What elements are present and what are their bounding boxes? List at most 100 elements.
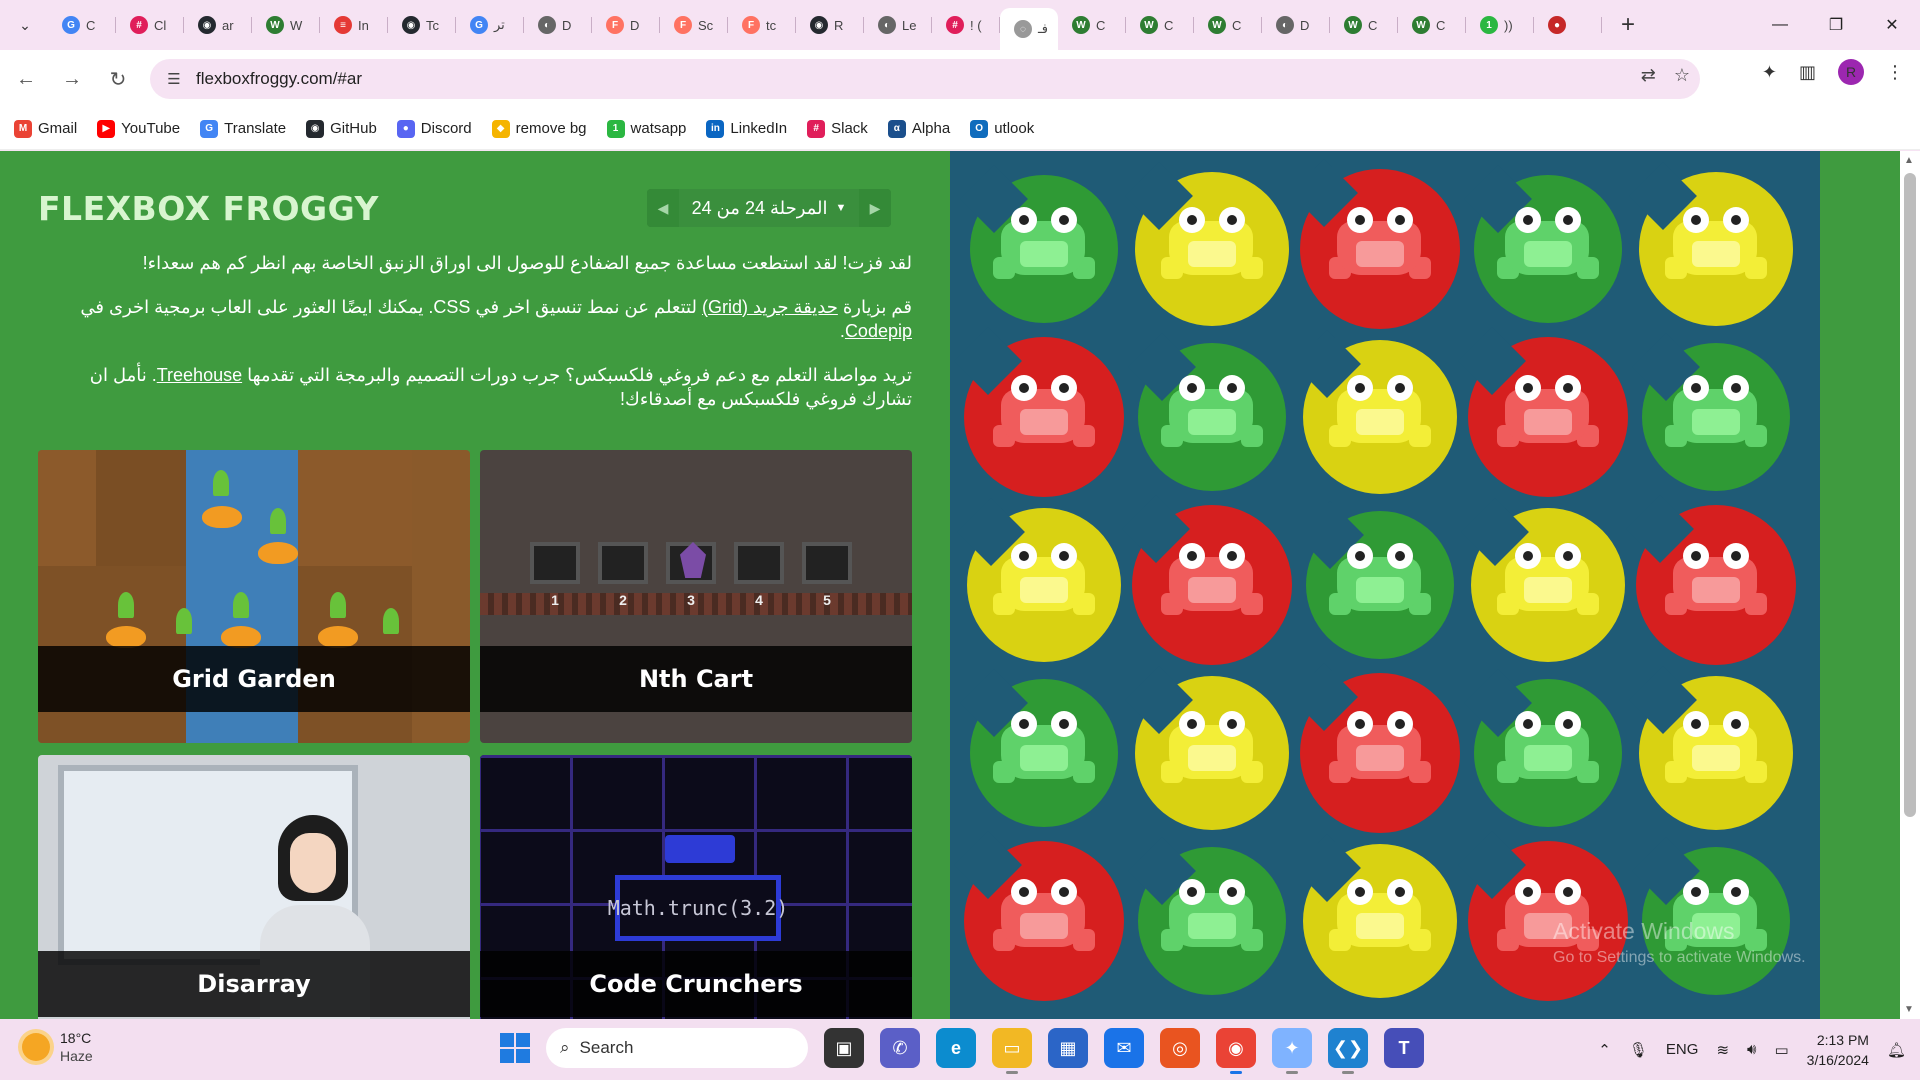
minimize-button[interactable]: — xyxy=(1752,0,1808,50)
paint-3d-icon[interactable]: ✦ xyxy=(1272,1028,1312,1074)
chrome-icon[interactable]: ◉ xyxy=(1216,1028,1256,1074)
restore-button[interactable]: ❐ xyxy=(1808,0,1864,50)
bookmark-item[interactable]: ▶ YouTube xyxy=(97,119,180,138)
ubuntu-icon[interactable]: ◎ xyxy=(1160,1028,1200,1068)
microsoft-store-icon[interactable]: ▦ xyxy=(1048,1028,1088,1068)
teams-new-icon[interactable]: T xyxy=(1384,1028,1424,1068)
volume-icon[interactable]: 🔊︎ xyxy=(1747,1041,1756,1058)
wifi-icon[interactable]: ≋ xyxy=(1716,1041,1729,1059)
tab-favicon-icon: F xyxy=(606,16,624,34)
frog-red xyxy=(1161,533,1263,623)
frog-green xyxy=(993,197,1095,287)
show-hidden-icons-chevron-icon[interactable]: ⌃ xyxy=(1598,1041,1611,1059)
bookmark-item[interactable]: M Gmail xyxy=(14,119,77,138)
translate-page-icon[interactable]: ⇄ xyxy=(1641,65,1656,86)
bookmark-item[interactable]: # Slack xyxy=(807,119,868,138)
back-button[interactable]: ← xyxy=(6,59,46,99)
bookmark-item[interactable]: 1 watsapp xyxy=(606,119,686,138)
grid-garden-card[interactable]: Grid Garden xyxy=(38,450,470,743)
code-crunchers-card[interactable]: Math.trunc(3.2) Code Crunchers xyxy=(480,755,912,1019)
tab-search-button[interactable]: ⌄ xyxy=(6,6,44,44)
side-panel-icon[interactable]: ▥ xyxy=(1799,62,1816,83)
browser-tab[interactable]: 1)) xyxy=(1466,6,1534,44)
file-explorer-icon[interactable]: ▭ xyxy=(992,1028,1032,1074)
previous-level-arrow-icon[interactable]: ◀ xyxy=(647,189,679,227)
browser-tab[interactable]: ◉ R xyxy=(796,6,864,44)
profile-avatar[interactable]: R xyxy=(1838,59,1864,85)
close-window-button[interactable]: ✕ xyxy=(1864,0,1920,50)
address-bar[interactable]: ☰ flexboxfroggy.com/#ar ⇄ ☆ xyxy=(150,59,1700,99)
codepip-link[interactable]: Codepip xyxy=(845,321,912,341)
teams-icon[interactable]: ✆ xyxy=(880,1028,920,1068)
frog-green xyxy=(1497,701,1599,791)
tab-favicon-icon: W xyxy=(1072,16,1090,34)
treehouse-link[interactable]: Treehouse xyxy=(157,365,242,385)
microphone-icon[interactable]: 🎙︎ xyxy=(1629,1041,1648,1059)
browser-tab[interactable]: ◐ D xyxy=(524,6,592,44)
browser-tab[interactable]: FD xyxy=(592,6,660,44)
disarray-card[interactable]: Disarray xyxy=(38,755,470,1019)
browser-tab[interactable]: # ! ( xyxy=(932,6,1000,44)
bookmark-star-icon[interactable]: ☆ xyxy=(1674,65,1690,86)
grid-garden-link[interactable]: حديقة جريد (Grid) xyxy=(702,297,838,317)
tab-favicon-icon: ◉ xyxy=(810,16,828,34)
bookmark-item[interactable]: α Alpha xyxy=(887,119,950,138)
browser-toolbar: ← → ↻ ☰ flexboxfroggy.com/#ar ⇄ ☆ ✦ ▥ R … xyxy=(0,50,1920,108)
bookmark-item[interactable]: in LinkedIn xyxy=(706,119,787,138)
bookmark-item[interactable]: ◆ remove bg xyxy=(491,119,587,138)
browser-tab[interactable]: WC xyxy=(1194,6,1262,44)
browser-tab[interactable]: WC xyxy=(1330,6,1398,44)
nth-cart-card[interactable]: 1 2 3 4 5 Nth Cart xyxy=(480,450,912,743)
menu-kebab-icon[interactable]: ⋮ xyxy=(1886,62,1904,83)
browser-tab[interactable]: GC xyxy=(48,6,116,44)
browser-tab[interactable]: ◉ ar xyxy=(184,6,252,44)
page-scrollbar[interactable]: ▲ ▼ xyxy=(1900,151,1920,1019)
url-text[interactable]: flexboxfroggy.com/#ar xyxy=(196,69,362,89)
clock[interactable]: 2:13 PM 3/16/2024 xyxy=(1807,1030,1869,1070)
browser-tab[interactable]: WC xyxy=(1058,6,1126,44)
bookmark-item[interactable]: G Translate xyxy=(200,119,286,138)
reload-button[interactable]: ↻ xyxy=(98,59,138,99)
bookmark-item[interactable]: Outlook xyxy=(970,119,1034,138)
site-info-icon[interactable]: ☰ xyxy=(160,65,188,93)
vscode-icon[interactable]: ❮❯ xyxy=(1328,1028,1368,1074)
level-indicator[interactable]: المرحلة 24 من 24 ▼ xyxy=(679,189,859,227)
browser-tab[interactable]: F Sc xyxy=(660,6,728,44)
bookmark-item[interactable]: ● Discord xyxy=(396,119,472,138)
browser-tab[interactable]: ≡ In xyxy=(320,6,388,44)
browser-tab[interactable]: WW xyxy=(252,6,320,44)
browser-tab[interactable]: ◉ Tc xyxy=(388,6,456,44)
browser-tab[interactable]: # Cl xyxy=(116,6,184,44)
browser-tab[interactable]: G تر xyxy=(456,6,524,44)
extensions-icon[interactable]: ✦ xyxy=(1762,62,1777,83)
task-view-icon[interactable]: ▣ xyxy=(824,1028,864,1068)
forward-button[interactable]: → xyxy=(52,59,92,99)
language-indicator[interactable]: ENG xyxy=(1666,1041,1699,1058)
browser-tab[interactable]: ◐ D xyxy=(1262,6,1330,44)
new-tab-button[interactable]: + xyxy=(1610,7,1646,43)
browser-tab[interactable]: WC xyxy=(1398,6,1466,44)
taskbar-search[interactable]: ⌕ Search xyxy=(546,1028,808,1068)
bookmark-item[interactable]: ◉ GitHub xyxy=(306,119,377,138)
windows-start-icon[interactable] xyxy=(500,1033,530,1063)
treehouse-paragraph: تريد مواصلة التعلم مع دعم فروغي فلكسبكس؟… xyxy=(38,363,912,411)
bookmark-favicon-icon: ◆ xyxy=(491,119,510,138)
scrollbar-thumb[interactable] xyxy=(1904,173,1916,817)
battery-icon[interactable]: ▭ xyxy=(1774,1041,1788,1059)
browser-tab[interactable]: Ftc xyxy=(728,6,796,44)
browser-tab[interactable]: WC xyxy=(1126,6,1194,44)
bookmark-favicon-icon: ◉ xyxy=(306,119,325,138)
browser-tab[interactable]: ◐ Le xyxy=(864,6,932,44)
notification-bell-icon[interactable]: 🔔︎ xyxy=(1887,1041,1906,1059)
scroll-up-icon[interactable]: ▲ xyxy=(1904,155,1914,166)
mail-icon[interactable]: ✉ xyxy=(1104,1028,1144,1068)
browser-tab[interactable]: ◌فـ✕ xyxy=(1000,8,1058,50)
scroll-down-icon[interactable]: ▼ xyxy=(1904,1004,1914,1015)
bookmark-favicon-icon: ▶ xyxy=(97,119,116,138)
cart-number: 3 xyxy=(687,592,695,608)
watermark-subtitle: Go to Settings to activate Windows. xyxy=(1553,949,1806,966)
weather-widget[interactable]: 18°C Haze xyxy=(22,1029,93,1065)
browser-tab[interactable]: ● xyxy=(1534,6,1602,44)
next-level-arrow-icon[interactable]: ▶ xyxy=(859,189,891,227)
edge-icon[interactable]: e xyxy=(936,1028,976,1068)
